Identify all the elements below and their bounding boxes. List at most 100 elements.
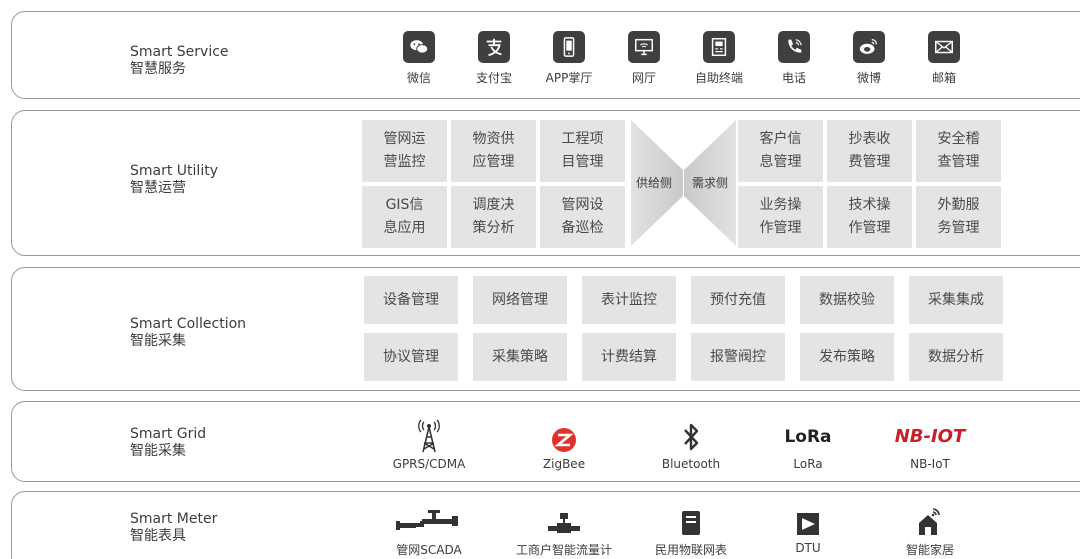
- layer-title-en: Smart Meter: [130, 511, 218, 527]
- collection-cell[interactable]: 采集策略: [473, 333, 567, 381]
- layer-label-service: Smart Service 智慧服务: [130, 44, 229, 78]
- service-item-weibo[interactable]: 微博: [829, 31, 909, 86]
- meter-item-scada[interactable]: 管网SCADA: [354, 501, 504, 558]
- grid-item-nbiot[interactable]: NB-IOT NB-IoT: [855, 417, 1005, 472]
- utility-cell-right[interactable]: 抄表收 费管理: [827, 120, 912, 182]
- utility-cell-right[interactable]: 安全稽 查管理: [916, 120, 1001, 182]
- service-label: 支付宝: [475, 71, 512, 85]
- layer-title-en: Smart Service: [130, 44, 229, 60]
- layer-title-en: Smart Grid: [130, 426, 207, 442]
- service-item-kiosk[interactable]: 自助终端: [679, 31, 759, 86]
- layer-title-en: Smart Utility: [130, 163, 218, 179]
- utility-cell-line: 息管理: [759, 154, 802, 170]
- collection-cell[interactable]: 协议管理: [364, 333, 458, 381]
- phone-icon: [778, 31, 810, 63]
- meter-label: 管网SCADA: [396, 543, 462, 557]
- layer-title-zh: 智能表具: [130, 528, 186, 544]
- service-item-wechat[interactable]: 微信: [379, 31, 459, 86]
- utility-cell-right[interactable]: 业务操 作管理: [738, 186, 823, 248]
- utility-cell-line: 作管理: [759, 220, 802, 236]
- utility-cell-line: 管网设: [561, 197, 604, 213]
- layer-label-grid: Smart Grid 智能采集: [130, 426, 206, 460]
- meter-item-smart-home[interactable]: 智能家居: [855, 501, 1005, 558]
- cell-tower-icon: [354, 417, 504, 453]
- utility-cell-line: 业务操: [759, 197, 802, 213]
- collection-cell[interactable]: 预付充值: [691, 276, 785, 324]
- service-item-app[interactable]: APP掌厅: [529, 31, 609, 86]
- weibo-icon: [853, 31, 885, 63]
- layer-title-zh: 智慧运营: [130, 180, 186, 196]
- utility-cell-line: 客户信: [759, 131, 802, 147]
- utility-cell-line: 抄表收: [848, 131, 891, 147]
- pipeline-icon: [354, 501, 504, 537]
- service-label: 微信: [406, 71, 431, 85]
- utility-cell-line: 备巡检: [561, 220, 604, 236]
- grid-label: NB-IoT: [910, 457, 950, 471]
- layer-title-zh: 智慧服务: [130, 61, 186, 77]
- collection-cell[interactable]: 网络管理: [473, 276, 567, 324]
- utility-cell-line: 调度决: [472, 197, 515, 213]
- grid-label: GPRS/CDMA: [392, 457, 466, 471]
- utility-cell-left[interactable]: 调度决 策分析: [451, 186, 536, 248]
- utility-cell-line: 管网运: [383, 131, 426, 147]
- kiosk-icon: [703, 31, 735, 63]
- utility-cell-line: 技术操: [848, 197, 891, 213]
- utility-cell-right[interactable]: 客户信 息管理: [738, 120, 823, 182]
- layer-title-en: Smart Collection: [130, 316, 247, 332]
- wechat-icon: [403, 31, 435, 63]
- demand-side-label: 需求侧: [692, 176, 729, 190]
- nbiot-logo: NB-IOT: [894, 426, 966, 447]
- grid-item-gprs[interactable]: GPRS/CDMA: [354, 417, 504, 471]
- utility-cell-left[interactable]: 管网运 营监控: [362, 120, 447, 182]
- service-label: APP掌厅: [545, 71, 593, 85]
- monitor-icon: [628, 31, 660, 63]
- utility-cell-right[interactable]: 外勤服 务管理: [916, 186, 1001, 248]
- utility-cell-line: 策分析: [472, 220, 515, 236]
- layer-label-collection: Smart Collection 智能采集: [130, 316, 246, 350]
- utility-cell-line: 作管理: [848, 220, 891, 236]
- service-item-mail[interactable]: 邮箱: [904, 31, 984, 86]
- utility-cell-line: 工程项: [561, 131, 604, 147]
- collection-cell[interactable]: 采集集成: [909, 276, 1003, 324]
- utility-cell-left[interactable]: 工程项 目管理: [540, 120, 625, 182]
- layer-title-zh: 智能采集: [130, 333, 186, 349]
- service-label: 电话: [781, 71, 806, 85]
- utility-cell-left[interactable]: 物资供 应管理: [451, 120, 536, 182]
- layer-label-utility: Smart Utility 智慧运营: [130, 163, 218, 197]
- utility-cell-left[interactable]: GIS信息应用: [362, 186, 447, 248]
- service-label: 邮箱: [931, 71, 956, 85]
- service-label: 微博: [856, 71, 881, 85]
- collection-cell[interactable]: 数据分析: [909, 333, 1003, 381]
- layer-title-zh: 智能采集: [130, 443, 186, 459]
- alipay-icon: [478, 31, 510, 63]
- mobile-app-icon: [553, 31, 585, 63]
- service-item-web[interactable]: 网厅: [604, 31, 684, 86]
- service-item-alipay[interactable]: 支付宝: [454, 31, 534, 86]
- collection-cell[interactable]: 报警阀控: [691, 333, 785, 381]
- utility-cell-line: GIS信: [385, 197, 424, 213]
- utility-cell-line: 应管理: [472, 154, 515, 170]
- utility-cell-line: 费管理: [848, 154, 891, 170]
- utility-cell-line: 营监控: [383, 154, 426, 170]
- mail-icon: [928, 31, 960, 63]
- utility-cell-line: 息应用: [383, 220, 426, 236]
- utility-cell-line: 物资供: [472, 131, 515, 147]
- collection-cell[interactable]: 表计监控: [582, 276, 676, 324]
- utility-cell-line: 务管理: [937, 220, 980, 236]
- collection-cell[interactable]: 计费结算: [582, 333, 676, 381]
- utility-cell-left[interactable]: 管网设 备巡检: [540, 186, 625, 248]
- collection-cell[interactable]: 设备管理: [364, 276, 458, 324]
- utility-cell-right[interactable]: 技术操 作管理: [827, 186, 912, 248]
- meter-label: 智能家居: [905, 543, 954, 557]
- service-label: 网厅: [631, 71, 656, 85]
- utility-cell-line: 查管理: [937, 154, 980, 170]
- utility-cell-line: 外勤服: [937, 197, 980, 213]
- smart-home-icon: [855, 501, 1005, 537]
- collection-cell[interactable]: 数据校验: [800, 276, 894, 324]
- service-item-phone[interactable]: 电话: [754, 31, 834, 86]
- supply-side-label: 供给侧: [636, 176, 673, 190]
- utility-cell-line: 安全稽: [937, 131, 980, 147]
- utility-cell-line: 目管理: [561, 154, 604, 170]
- collection-cell[interactable]: 发布策略: [800, 333, 894, 381]
- layer-label-meter: Smart Meter 智能表具: [130, 511, 217, 545]
